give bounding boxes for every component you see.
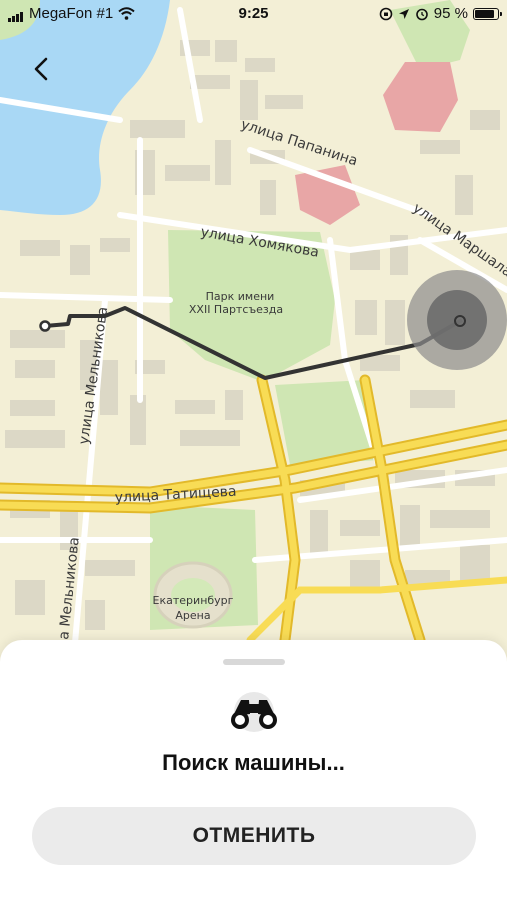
park-label-line2: XXII Партсъезда bbox=[189, 303, 283, 316]
status-bar: MegaFon #1 9:25 95 % bbox=[0, 0, 507, 28]
search-status-icon bbox=[223, 688, 285, 736]
back-button[interactable] bbox=[22, 50, 62, 90]
cancel-button[interactable]: ОТМЕНИТЬ bbox=[32, 807, 476, 865]
chevron-left-icon bbox=[34, 57, 48, 81]
alarm-icon bbox=[415, 8, 428, 20]
battery-percent: 95 % bbox=[433, 5, 468, 22]
sheet-drag-handle[interactable] bbox=[223, 659, 285, 665]
map-view[interactable]: улица Папанина улица Маршала улица Хомяк… bbox=[0, 0, 507, 700]
route-start-marker bbox=[39, 320, 51, 332]
park-label-line1: Парк имени bbox=[206, 290, 275, 303]
arena-label-line2: Арена bbox=[175, 609, 210, 622]
search-status-title: Поиск машины... bbox=[162, 750, 345, 775]
binoculars-icon bbox=[231, 692, 277, 732]
arena-label-line1: Екатеринбург bbox=[153, 594, 234, 607]
battery-icon bbox=[473, 7, 502, 20]
search-sheet: Поиск машины... ОТМЕНИТЬ bbox=[0, 640, 507, 900]
orientation-lock-icon bbox=[379, 7, 393, 20]
location-arrow-icon bbox=[398, 8, 409, 19]
